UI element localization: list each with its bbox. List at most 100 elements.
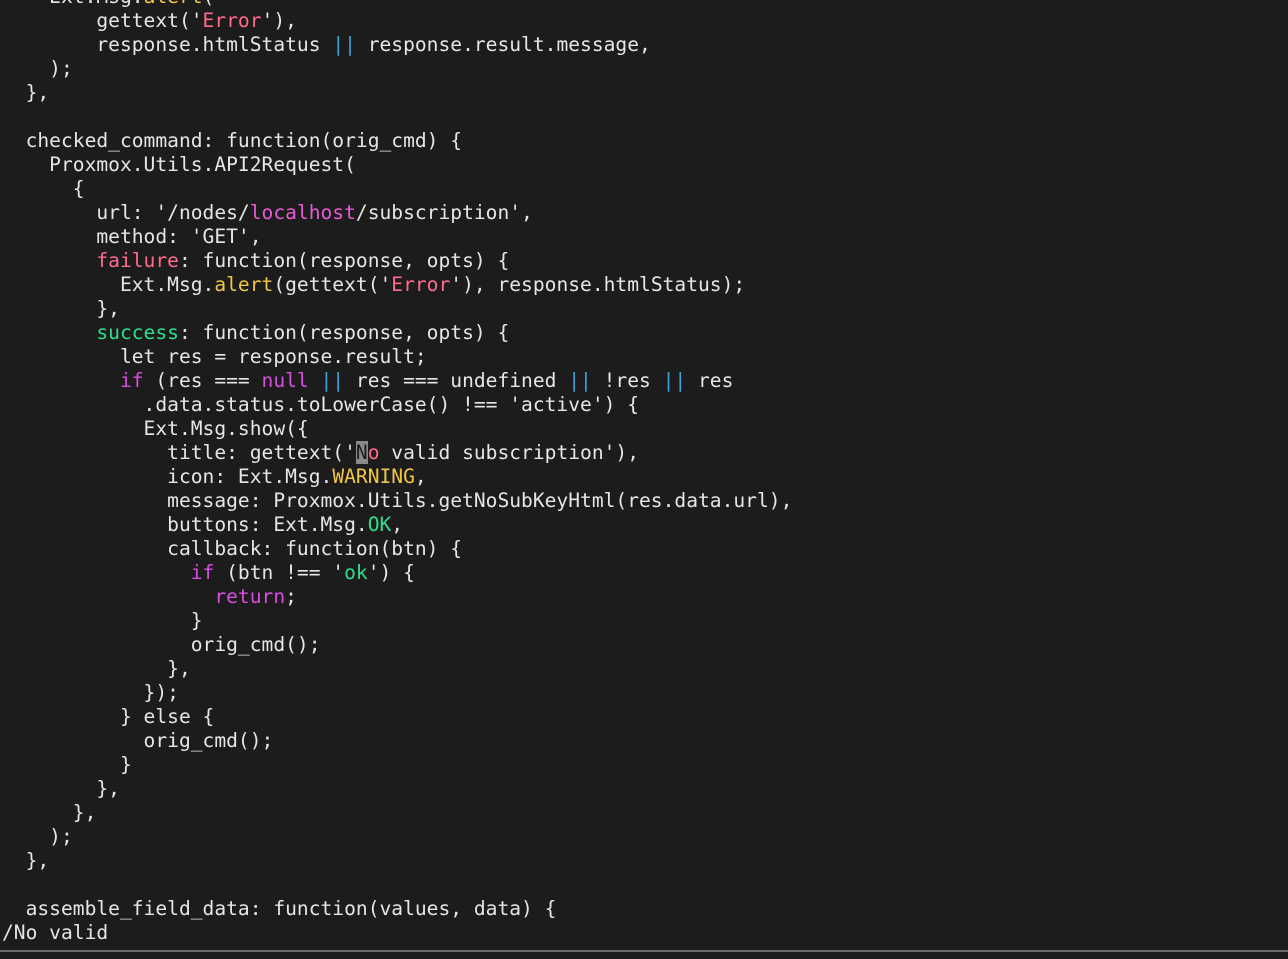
code-line[interactable]: } <box>2 753 1286 777</box>
code-token: res === undefined <box>344 369 569 392</box>
code-token: let res = response.result; <box>2 345 427 368</box>
code-line[interactable]: }, <box>2 297 1286 321</box>
code-line[interactable]: checked_command: function(orig_cmd) { <box>2 129 1286 153</box>
code-token: }, <box>2 777 120 800</box>
code-line[interactable]: method: 'GET', <box>2 225 1286 249</box>
code-token: ); <box>2 825 73 848</box>
code-token: : function(response, opts) { <box>178 321 510 344</box>
code-token: ); <box>2 57 73 80</box>
code-line[interactable]: icon: Ext.Msg.WARNING, <box>2 465 1286 489</box>
code-line[interactable]: orig_cmd(); <box>2 633 1286 657</box>
code-token: res <box>686 369 734 392</box>
code-editor-buffer[interactable]: Ext.Msg.alert( gettext('Error'), respons… <box>2 0 1286 921</box>
code-token: (res === <box>143 369 262 392</box>
code-token: ; <box>285 585 297 608</box>
code-token: ok <box>344 561 368 584</box>
code-token: callback: function(btn) { <box>2 537 463 560</box>
code-token: '), response.htmlStatus); <box>450 273 746 296</box>
code-line[interactable]: } else { <box>2 705 1286 729</box>
code-token: /subscription', <box>355 201 533 224</box>
code-token: Ext.Msg. <box>2 0 143 8</box>
code-token: assemble_field_data: function(values, da… <box>2 897 557 920</box>
code-line[interactable]: url: '/nodes/localhost/subscription', <box>2 201 1286 225</box>
code-line[interactable]: Ext.Msg.alert(gettext('Error'), response… <box>2 273 1286 297</box>
code-token: valid subscription'), <box>379 441 640 464</box>
code-token: }, <box>2 81 50 104</box>
code-line[interactable]: }, <box>2 849 1286 873</box>
code-line[interactable]: Proxmox.Utils.API2Request( <box>2 153 1286 177</box>
code-line[interactable]: callback: function(btn) { <box>2 537 1286 561</box>
code-token: null <box>261 369 309 392</box>
code-line[interactable]: { <box>2 177 1286 201</box>
code-token: if <box>119 369 144 392</box>
code-token: Proxmox.Utils.API2Request( <box>2 153 356 176</box>
code-line[interactable]: }, <box>2 801 1286 825</box>
code-line[interactable]: ); <box>2 825 1286 849</box>
code-token: response.htmlStatus <box>2 33 333 56</box>
code-token: } else { <box>2 705 215 728</box>
code-token: orig_cmd(); <box>2 729 274 752</box>
code-token: { <box>2 177 85 200</box>
code-token: ') { <box>367 561 415 584</box>
code-token: success <box>96 321 179 344</box>
code-line[interactable]: .data.status.toLowerCase() !== 'active')… <box>2 393 1286 417</box>
code-token: method: 'GET', <box>2 225 262 248</box>
code-line[interactable]: message: Proxmox.Utils.getNoSubKeyHtml(r… <box>2 489 1286 513</box>
code-line[interactable]: }); <box>2 681 1286 705</box>
code-token: || <box>320 369 345 392</box>
code-token: Error <box>202 9 262 32</box>
code-line[interactable]: if (btn !== 'ok') { <box>2 561 1286 585</box>
code-line[interactable]: title: gettext('No valid subscription'), <box>2 441 1286 465</box>
code-token: (btn !== ' <box>214 561 345 584</box>
code-token: o <box>367 441 380 464</box>
code-token: }); <box>2 681 179 704</box>
code-token: }, <box>2 297 120 320</box>
code-line[interactable]: gettext('Error'), <box>2 9 1286 33</box>
code-line[interactable]: assemble_field_data: function(values, da… <box>2 897 1286 921</box>
code-line[interactable] <box>2 873 1286 897</box>
code-token: } <box>2 609 203 632</box>
code-line[interactable]: }, <box>2 657 1286 681</box>
code-line[interactable]: response.htmlStatus || response.result.m… <box>2 33 1286 57</box>
code-token: WARNING <box>332 465 415 488</box>
code-line[interactable]: orig_cmd(); <box>2 729 1286 753</box>
terminal-window[interactable]: Ext.Msg.alert( gettext('Error'), respons… <box>0 0 1288 959</box>
code-token: checked_command: function(orig_cmd) { <box>2 129 463 152</box>
code-token: icon: Ext.Msg. <box>2 465 333 488</box>
code-token: } <box>2 753 132 776</box>
code-token: title: gettext(' <box>2 441 356 464</box>
code-token: !res <box>591 369 663 392</box>
code-line[interactable]: buttons: Ext.Msg.OK, <box>2 513 1286 537</box>
code-line[interactable] <box>2 105 1286 129</box>
code-token: }, <box>2 849 50 872</box>
code-token: alert <box>214 273 274 296</box>
code-line[interactable]: return; <box>2 585 1286 609</box>
code-line[interactable]: }, <box>2 81 1286 105</box>
code-line[interactable]: } <box>2 609 1286 633</box>
code-token: orig_cmd(); <box>2 633 321 656</box>
code-token: .data.status.toLowerCase() !== 'active')… <box>2 393 640 416</box>
code-line[interactable]: }, <box>2 777 1286 801</box>
code-token: Error <box>391 273 451 296</box>
code-token: return <box>214 585 286 608</box>
status-line-divider <box>0 950 1288 952</box>
code-token: if <box>190 561 215 584</box>
code-token: failure <box>96 249 179 272</box>
code-line[interactable]: failure: function(response, opts) { <box>2 249 1286 273</box>
code-line[interactable]: Ext.Msg.show({ <box>2 417 1286 441</box>
code-token: || <box>662 369 687 392</box>
code-token: : function(response, opts) { <box>178 249 510 272</box>
code-token: url: '/nodes/ <box>2 201 250 224</box>
code-token: || <box>332 33 356 56</box>
code-line[interactable]: success: function(response, opts) { <box>2 321 1286 345</box>
code-line[interactable]: Ext.Msg.alert( <box>2 0 1286 9</box>
search-command-line[interactable]: /No valid <box>2 921 108 945</box>
code-token: response.result.message, <box>355 33 651 56</box>
code-line[interactable]: if (res === null || res === undefined ||… <box>2 369 1286 393</box>
code-line[interactable]: ); <box>2 57 1286 81</box>
code-line[interactable]: let res = response.result; <box>2 345 1286 369</box>
